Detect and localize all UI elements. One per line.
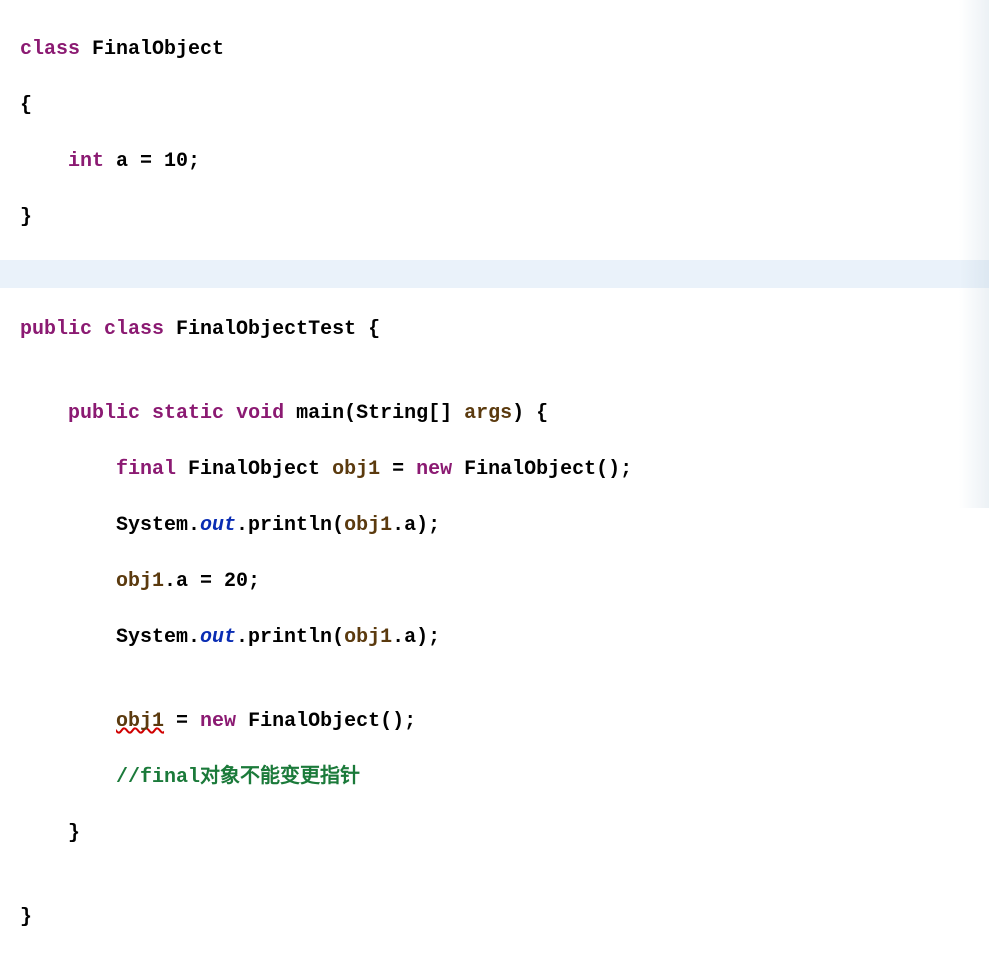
keyword-void: void bbox=[236, 402, 284, 425]
error-var-obj1: obj1 bbox=[116, 710, 164, 733]
text bbox=[224, 402, 236, 425]
keyword-class: class bbox=[104, 318, 164, 341]
text bbox=[92, 318, 104, 341]
code-line: class FinalObject bbox=[20, 36, 989, 64]
indent bbox=[20, 570, 116, 593]
code-editor: class FinalObject { int a = 10; } public… bbox=[0, 0, 989, 960]
text: System. bbox=[116, 626, 200, 649]
text: a = 10; bbox=[104, 150, 200, 173]
text: FinalObjectTest { bbox=[164, 318, 380, 341]
indent bbox=[20, 626, 116, 649]
brace: } bbox=[20, 906, 32, 929]
keyword-public: public bbox=[68, 402, 140, 425]
text: .a); bbox=[392, 514, 440, 537]
code-line: obj1.a = 20; bbox=[20, 568, 989, 596]
keyword-final: final bbox=[116, 458, 176, 481]
indent bbox=[20, 514, 116, 537]
text: = bbox=[164, 710, 200, 733]
indent bbox=[20, 458, 116, 481]
highlighted-blank-line bbox=[0, 260, 989, 288]
text: FinalObject(); bbox=[236, 710, 416, 733]
code-line: { bbox=[20, 92, 989, 120]
keyword-int: int bbox=[68, 150, 104, 173]
code-line: } bbox=[20, 204, 989, 232]
keyword-new: new bbox=[416, 458, 452, 481]
keyword-class: class bbox=[20, 38, 80, 61]
brace: { bbox=[20, 94, 32, 117]
indent bbox=[20, 766, 116, 789]
code-line: public static void main(String[] args) { bbox=[20, 400, 989, 428]
code-line: } bbox=[20, 820, 989, 848]
code-line: public class FinalObjectTest { bbox=[20, 316, 989, 344]
var-obj1: obj1 bbox=[344, 514, 392, 537]
text bbox=[80, 38, 92, 61]
indent bbox=[20, 710, 116, 733]
var-obj1: obj1 bbox=[332, 458, 380, 481]
text: .a); bbox=[392, 626, 440, 649]
code-line: final FinalObject obj1 = new FinalObject… bbox=[20, 456, 989, 484]
code-line: //final对象不能变更指针 bbox=[20, 764, 989, 792]
class-name: FinalObject bbox=[92, 38, 224, 61]
brace: } bbox=[20, 206, 32, 229]
var-obj1: obj1 bbox=[344, 626, 392, 649]
code-line: } bbox=[20, 904, 989, 932]
comment: //final对象不能变更指针 bbox=[116, 766, 360, 789]
text: main(String[] bbox=[284, 402, 464, 425]
text: = bbox=[380, 458, 416, 481]
indent bbox=[20, 150, 68, 173]
code-line: System.out.println(obj1.a); bbox=[20, 512, 989, 540]
code-line: int a = 10; bbox=[20, 148, 989, 176]
text: .println( bbox=[236, 514, 344, 537]
text: .a = 20; bbox=[164, 570, 260, 593]
keyword-new: new bbox=[200, 710, 236, 733]
param-args: args bbox=[464, 402, 512, 425]
text: FinalObject bbox=[176, 458, 332, 481]
text bbox=[140, 402, 152, 425]
indent bbox=[20, 402, 68, 425]
text: FinalObject(); bbox=[452, 458, 632, 481]
text: .println( bbox=[236, 626, 344, 649]
code-line: obj1 = new FinalObject(); bbox=[20, 708, 989, 736]
field-out: out bbox=[200, 626, 236, 649]
text bbox=[20, 262, 32, 285]
field-out: out bbox=[200, 514, 236, 537]
var-obj1: obj1 bbox=[116, 570, 164, 593]
code-line: System.out.println(obj1.a); bbox=[20, 624, 989, 652]
indent bbox=[20, 822, 68, 845]
keyword-static: static bbox=[152, 402, 224, 425]
brace: } bbox=[68, 822, 80, 845]
text: ) { bbox=[512, 402, 548, 425]
text: System. bbox=[116, 514, 200, 537]
keyword-public: public bbox=[20, 318, 92, 341]
